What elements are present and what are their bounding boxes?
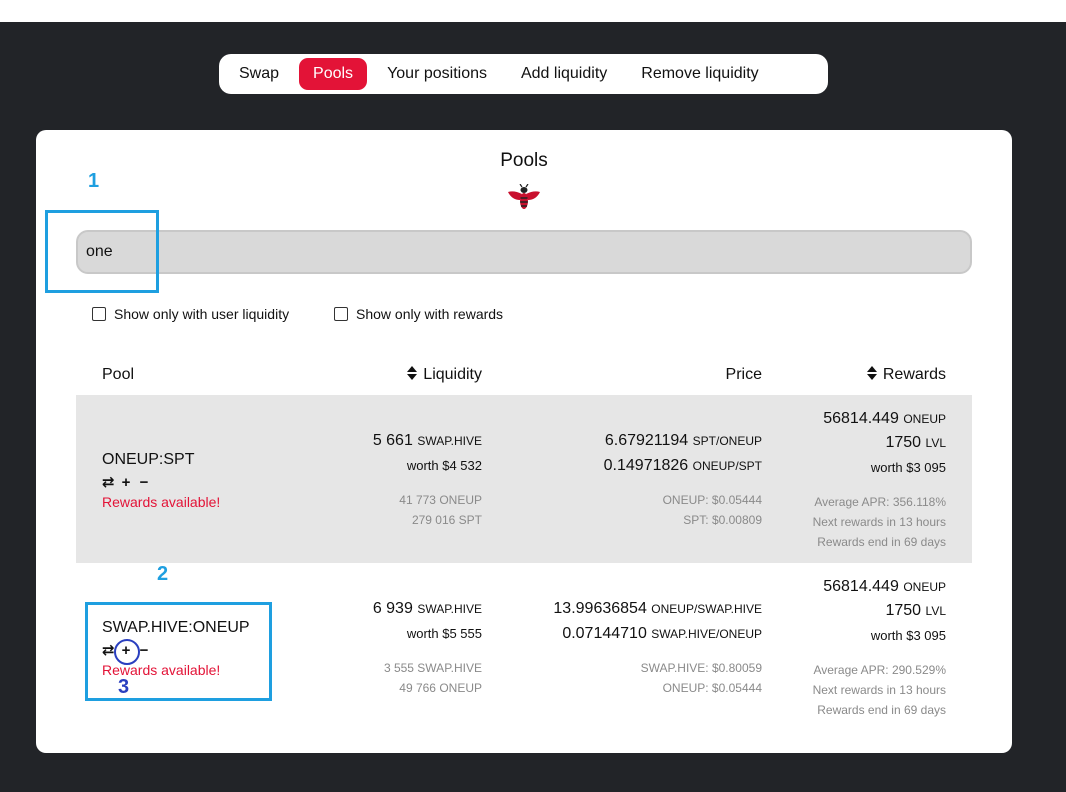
reward-2: 1750 LVL bbox=[885, 434, 946, 451]
filter-user-liquidity[interactable]: Show only with user liquidity bbox=[92, 306, 289, 322]
reward-next: Next rewards in 13 hours bbox=[812, 683, 946, 697]
column-rewards[interactable]: Rewards bbox=[866, 366, 946, 384]
rewards-checkbox[interactable] bbox=[334, 307, 348, 321]
table-row: ONEUP:SPT ⇄ + − Rewards available! 5 661 S… bbox=[76, 395, 972, 563]
reward-worth: worth $3 095 bbox=[870, 460, 946, 475]
tab-pools[interactable]: Pools bbox=[299, 58, 368, 90]
search-input[interactable] bbox=[76, 230, 972, 274]
price-usd-2: ONEUP: $0.05444 bbox=[662, 681, 762, 695]
reward-apr: Average APR: 356.118% bbox=[814, 495, 946, 509]
tab-add-liquidity[interactable]: Add liquidity bbox=[507, 58, 621, 90]
reward-2: 1750 LVL bbox=[885, 602, 946, 619]
filter-rewards[interactable]: Show only with rewards bbox=[334, 306, 503, 322]
annotation-number-1: 1 bbox=[88, 170, 100, 192]
page-title: Pools bbox=[500, 150, 548, 171]
column-liquidity[interactable]: Liquidity bbox=[407, 366, 482, 384]
tab-remove-liquidity[interactable]: Remove liquidity bbox=[627, 58, 772, 90]
sort-icon[interactable] bbox=[866, 366, 877, 380]
column-pool: Pool bbox=[102, 366, 135, 383]
annotation-number-2: 2 bbox=[157, 563, 169, 585]
annotation-circle-add bbox=[114, 639, 140, 665]
reward-1: 56814.449 ONEUP bbox=[823, 410, 946, 427]
user-liquidity-label: Show only with user liquidity bbox=[114, 306, 290, 322]
price-2: 0.14971826 ONEUP/SPT bbox=[603, 457, 762, 474]
reward-worth: worth $3 095 bbox=[870, 628, 946, 643]
liquidity-amount: 5 661 SWAP.HIVE bbox=[372, 432, 482, 449]
top-nav: Swap Pools Your positions Add liquidity … bbox=[219, 54, 828, 94]
liquidity-quote: 279 016 SPT bbox=[411, 513, 482, 527]
tab-swap[interactable]: Swap bbox=[225, 58, 293, 90]
user-liquidity-checkbox[interactable] bbox=[92, 307, 106, 321]
price-1: 13.99636854 ONEUP/SWAP.HIVE bbox=[553, 600, 762, 617]
sort-icon[interactable] bbox=[407, 366, 418, 380]
price-usd-1: SWAP.HIVE: $0.80059 bbox=[640, 661, 762, 675]
liquidity-base: 3 555 SWAP.HIVE bbox=[383, 661, 482, 675]
column-price: Price bbox=[725, 366, 762, 383]
liquidity-base: 41 773 ONEUP bbox=[399, 493, 482, 507]
remove-liquidity-icon[interactable]: − bbox=[138, 474, 151, 491]
price-1: 6.67921194 SPT/ONEUP bbox=[604, 432, 762, 449]
pool-actions: ⇄ + − bbox=[102, 473, 156, 491]
liquidity-amount: 6 939 SWAP.HIVE bbox=[372, 600, 482, 617]
reward-end: Rewards end in 69 days bbox=[817, 703, 946, 717]
swap-icon[interactable]: ⇄ bbox=[102, 473, 115, 491]
price-usd-1: ONEUP: $0.05444 bbox=[662, 493, 762, 507]
reward-1: 56814.449 ONEUP bbox=[823, 578, 946, 595]
add-liquidity-icon[interactable]: + bbox=[120, 474, 133, 491]
liquidity-worth: worth $5 555 bbox=[406, 626, 482, 641]
reward-apr: Average APR: 290.529% bbox=[813, 663, 946, 677]
reward-end: Rewards end in 69 days bbox=[817, 535, 946, 549]
price-usd-2: SPT: $0.00809 bbox=[683, 513, 762, 527]
pool-name: ONEUP:SPT bbox=[102, 451, 195, 468]
liquidity-worth: worth $4 532 bbox=[406, 458, 482, 473]
rewards-available: Rewards available! bbox=[102, 494, 221, 510]
price-2: 0.07144710 SWAP.HIVE/ONEUP bbox=[562, 625, 762, 642]
annotation-number-3: 3 bbox=[118, 676, 130, 698]
annotation-box-search bbox=[45, 210, 159, 293]
liquidity-quote: 49 766 ONEUP bbox=[399, 681, 482, 695]
rewards-filter-label: Show only with rewards bbox=[356, 306, 504, 322]
bee-icon bbox=[508, 184, 540, 209]
reward-next: Next rewards in 13 hours bbox=[812, 515, 946, 529]
tab-your-positions[interactable]: Your positions bbox=[373, 58, 501, 90]
